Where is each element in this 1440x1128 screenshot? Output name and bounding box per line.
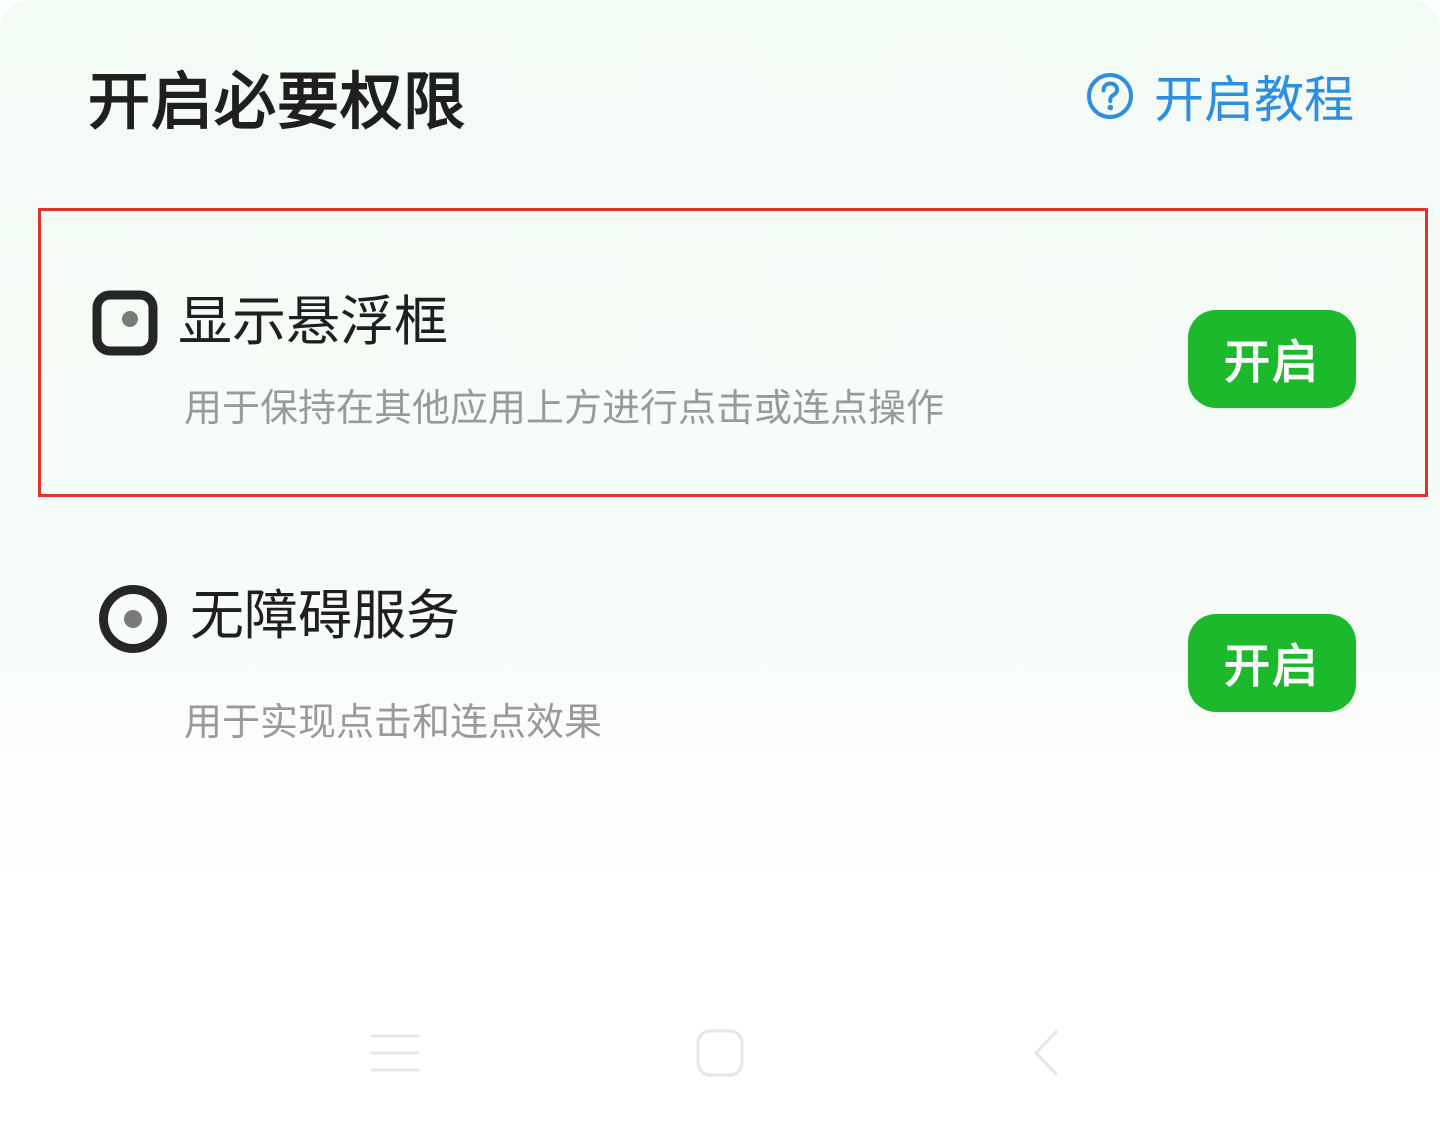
back-icon[interactable] bbox=[1030, 1028, 1062, 1078]
permission-name: 无障碍服务 bbox=[190, 584, 460, 647]
home-icon[interactable] bbox=[696, 1028, 744, 1078]
permission-description: 用于实现点击和连点效果 bbox=[184, 700, 603, 744]
tutorial-link[interactable]: 开启教程 bbox=[1086, 60, 1354, 132]
page-title: 开启必要权限 bbox=[88, 65, 467, 138]
tutorial-label: 开启教程 bbox=[1154, 71, 1354, 129]
permission-name: 显示悬浮框 bbox=[178, 290, 448, 353]
menu-icon[interactable] bbox=[370, 1028, 420, 1078]
permission-sheet: 开启必要权限 开启教程 显示悬浮框 用于保持在其他应用上方进行点击或连点操作 开… bbox=[0, 0, 1440, 1128]
enable-floating-window-button[interactable]: 开启 bbox=[1188, 310, 1356, 408]
help-circle-icon bbox=[1087, 73, 1133, 119]
enable-accessibility-button[interactable]: 开启 bbox=[1188, 614, 1356, 712]
permission-description: 用于保持在其他应用上方进行点击或连点操作 bbox=[184, 386, 945, 430]
accessibility-service-icon bbox=[99, 585, 167, 653]
system-nav-bar bbox=[0, 1010, 1440, 1100]
floating-window-icon bbox=[92, 290, 158, 356]
